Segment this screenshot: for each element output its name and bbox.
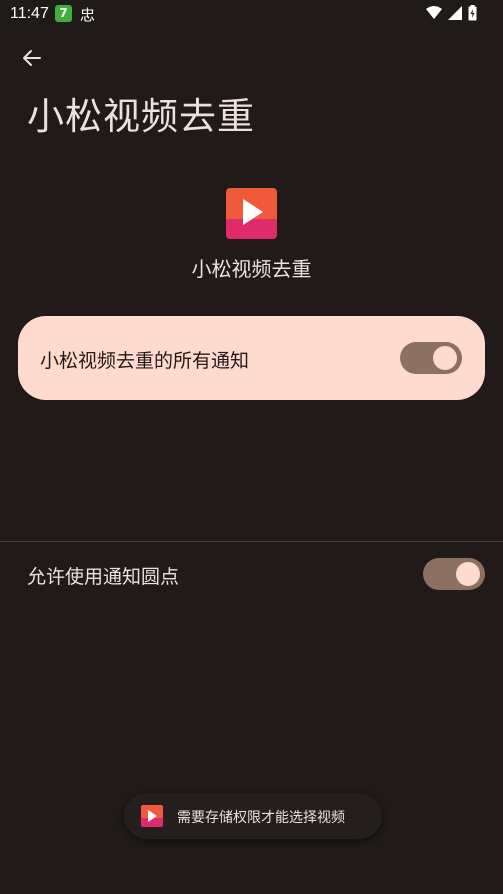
status-time: 11:47 [10,5,49,22]
page-title: 小松视频去重 [27,95,255,138]
app-icon [226,188,277,239]
status-icons [426,5,477,21]
app-notification-icon-2: 忠 [80,6,96,24]
notification-dot-switch[interactable] [423,558,485,590]
toast-app-icon [141,805,163,827]
play-icon [141,805,163,827]
divider [0,541,503,542]
wifi-icon [426,6,442,19]
arrow-left-icon [23,50,41,66]
signal-icon [448,6,462,20]
switch-thumb [456,562,480,586]
play-icon [226,188,277,239]
screen: 11:47 7 忠 小松视频去重 小松视频去重 小松视频去重的所有通知 允许使用… [0,0,503,894]
all-notifications-card[interactable]: 小松视频去重的所有通知 [18,316,485,400]
status-bar: 11:47 7 忠 [0,0,503,28]
battery-icon [468,5,477,21]
switch-thumb [433,346,457,370]
notification-dot-row[interactable]: 允许使用通知圆点 [0,552,503,598]
notification-dot-label: 允许使用通知圆点 [27,566,180,588]
all-notifications-switch[interactable] [400,342,462,374]
toast-text: 需要存储权限才能选择视频 [177,810,345,826]
app-name: 小松视频去重 [191,257,312,281]
toast: 需要存储权限才能选择视频 [124,793,382,839]
back-button[interactable] [16,42,48,74]
app-notification-icon: 7 [55,5,72,22]
all-notifications-label: 小松视频去重的所有通知 [40,350,250,372]
